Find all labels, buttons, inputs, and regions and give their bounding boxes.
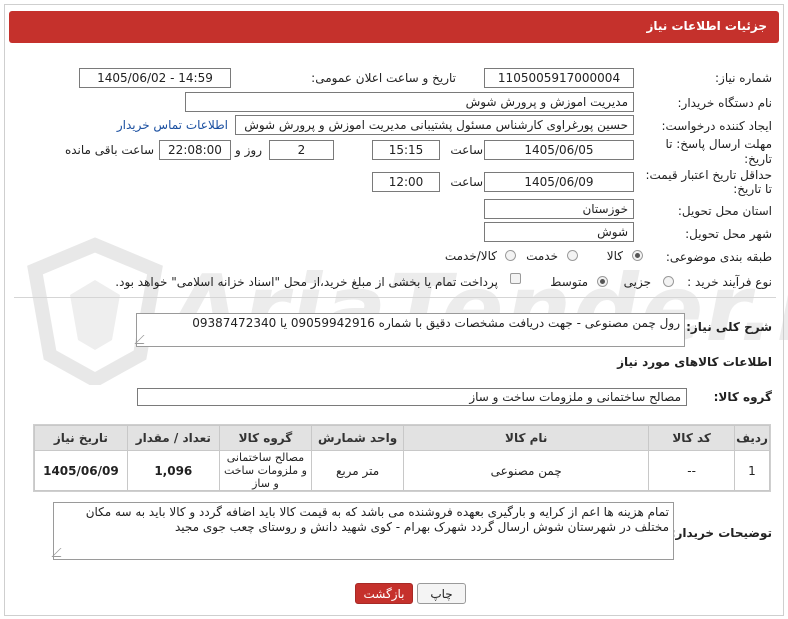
process-radio-medium[interactable] <box>597 276 608 287</box>
page-header: جزئیات اطلاعات نیاز <box>9 11 779 43</box>
buyer-notes-text: تمام هزینه ها اعم از کرایه و بارگیری بعه… <box>85 505 669 534</box>
announce-datetime-label: تاریخ و ساعت اعلان عمومی: <box>311 71 456 85</box>
price-validity-date-field: 1405/06/09 <box>484 172 634 192</box>
reply-time-field: 15:15 <box>372 140 440 160</box>
col-goods-group: گروه کالا <box>218 425 313 451</box>
buyer-contact-link[interactable]: اطلاعات تماس خریدار <box>117 118 228 132</box>
col-unit: واحد شمارش <box>311 425 405 451</box>
buyer-notes-textarea[interactable]: تمام هزینه ها اعم از کرایه و بارگیری بعه… <box>51 502 674 560</box>
summary-label: شرح کلی نیاز: <box>686 320 772 334</box>
summary-text: رول چمن مصنوعی - جهت دریافت مشخصات دقیق … <box>192 316 680 330</box>
requester-field: حسین پورغراوی کارشناس مسئول پشتیبانی مدی… <box>235 115 634 135</box>
treasury-payment-checkbox[interactable] <box>510 273 521 284</box>
divider <box>14 297 776 298</box>
category-radio-service[interactable] <box>567 250 578 261</box>
buyer-notes-label: توضیحات خریدار: <box>670 526 772 540</box>
summary-textarea[interactable]: رول چمن مصنوعی - جهت دریافت مشخصات دقیق … <box>134 313 685 347</box>
reply-date-field: 1405/06/05 <box>484 140 634 160</box>
back-button[interactable]: بازگشت <box>355 583 413 604</box>
table-row[interactable]: 1405/06/09 1,096 مصالح ساختمانی و ملزوما… <box>34 450 770 491</box>
col-need-date: تاریخ نیاز <box>34 425 128 451</box>
reply-time-label: ساعت <box>450 143 483 157</box>
remaining-days-field: 2 <box>269 140 334 160</box>
col-goods-code: کد کالا <box>648 425 735 451</box>
delivery-province-field: خوزستان <box>484 199 634 219</box>
reply-deadline-label-2: تاریخ: <box>744 152 772 166</box>
goods-table: تاریخ نیاز تعداد / مقدار گروه کالا واحد … <box>34 425 770 491</box>
col-quantity: تعداد / مقدار <box>126 425 220 451</box>
cell-goods-group: مصالح ساختمانی و ملزومات ساخت و ساز <box>218 450 313 491</box>
process-radio-minor[interactable] <box>663 276 674 287</box>
table-header-row: تاریخ نیاز تعداد / مقدار گروه کالا واحد … <box>34 425 770 451</box>
resize-grip-icon[interactable] <box>51 548 70 557</box>
requester-label: ایجاد کننده درخواست: <box>661 119 772 133</box>
remaining-days-label: روز و <box>235 143 262 157</box>
category-option-service: خدمت <box>526 249 558 263</box>
col-goods-name: نام کالا <box>403 425 650 451</box>
reply-deadline-label: مهلت ارسال پاسخ: تا <box>665 137 772 151</box>
delivery-province-label: استان محل تحویل: <box>677 204 772 218</box>
cell-need-date: 1405/06/09 <box>34 450 128 491</box>
price-validity-time-field: 12:00 <box>372 172 440 192</box>
cell-row-index: 1 <box>734 450 770 491</box>
goods-info-title: اطلاعات کالاهای مورد نیاز <box>617 355 772 369</box>
cell-goods-name: چمن مصنوعی <box>403 450 650 491</box>
need-number-label: شماره نیاز: <box>715 71 772 85</box>
category-label: طبقه بندی موضوعی: <box>665 250 772 264</box>
print-button[interactable]: چاپ <box>417 583 466 604</box>
treasury-payment-note: پرداخت تمام یا بخشی از مبلغ خرید،از محل … <box>115 275 498 289</box>
process-label: نوع فرآیند خرید : <box>687 275 772 289</box>
price-validity-time-label: ساعت <box>450 175 483 189</box>
process-option-medium: متوسط <box>550 275 588 289</box>
remaining-time-label: ساعت باقی مانده <box>64 143 154 157</box>
price-validity-label: حداقل تاریخ اعتبار قیمت: <box>645 168 772 182</box>
goods-group-field: مصالح ساختمانی و ملزومات ساخت و ساز <box>137 388 687 406</box>
delivery-city-field: شوش <box>484 222 634 242</box>
category-option-goods-service: کالا/خدمت <box>444 249 497 263</box>
category-option-goods: کالا <box>606 249 623 263</box>
resize-grip-icon[interactable] <box>134 335 153 344</box>
goods-table-container: تاریخ نیاز تعداد / مقدار گروه کالا واحد … <box>33 424 771 492</box>
need-number-field: 1105005917000004 <box>484 68 634 88</box>
category-radio-goods-service[interactable] <box>505 250 516 261</box>
remaining-time-field: 22:08:00 <box>159 140 231 160</box>
process-option-minor: جزیی <box>623 275 651 289</box>
announce-datetime-field: 1405/06/02 - 14:59 <box>79 68 231 88</box>
cell-quantity: 1,096 <box>126 450 220 491</box>
cell-unit: متر مربع <box>311 450 405 491</box>
delivery-city-label: شهر محل تحویل: <box>685 227 772 241</box>
buyer-org-field: مدیریت اموزش و پرورش شوش <box>185 92 634 112</box>
buyer-org-label: نام دستگاه خریدار: <box>677 96 773 110</box>
goods-group-label: گروه کالا: <box>713 390 772 404</box>
page-title: جزئیات اطلاعات نیاز <box>646 19 767 33</box>
category-radio-goods[interactable] <box>632 250 643 261</box>
cell-goods-code: -- <box>648 450 735 491</box>
price-validity-label-2: تا تاریخ: <box>733 182 772 196</box>
col-row-index: ردیف <box>734 425 770 451</box>
